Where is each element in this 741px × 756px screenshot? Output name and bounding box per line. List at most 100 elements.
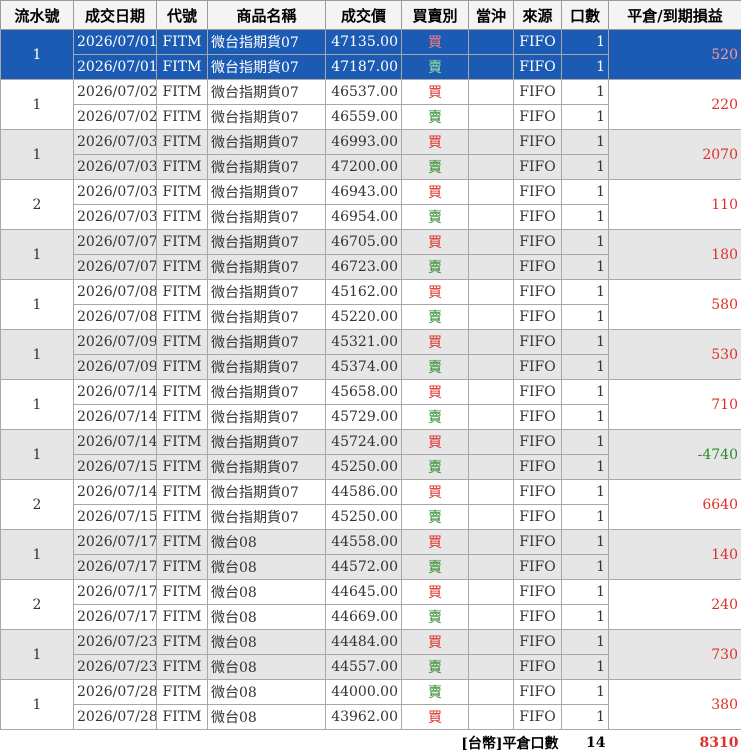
price-cell: 47135.00 [326,30,402,55]
col-header-pl[interactable]: 平倉/到期損益 [609,1,741,30]
side-cell: 賣 [402,155,469,180]
table-row[interactable]: 22026/07/03FITM微台指期貨0746943.00買FIFO1110 [1,180,741,205]
seq-cell: 1 [1,230,74,280]
side-cell: 賣 [402,305,469,330]
daytrade-cell [469,305,514,330]
source-cell: FIFO [514,280,562,305]
side-cell: 買 [402,330,469,355]
side-cell: 買 [402,630,469,655]
col-header-side[interactable]: 買賣別 [402,1,469,30]
daytrade-cell [469,330,514,355]
product-name-cell: 微台指期貨07 [208,130,326,155]
col-header-source[interactable]: 來源 [514,1,562,30]
seq-cell: 1 [1,280,74,330]
qty-cell: 1 [562,230,609,255]
table-row[interactable]: 12026/07/08FITM微台指期貨0745162.00買FIFO1580 [1,280,741,305]
date-cell: 2026/07/17 [74,530,157,555]
daytrade-cell [469,130,514,155]
side-cell: 買 [402,705,469,730]
product-name-cell: 微台08 [208,605,326,630]
total-row: [台幣]平倉口數 14 8310 [1,730,741,756]
price-cell: 46993.00 [326,130,402,155]
product-name-cell: 微台指期貨07 [208,80,326,105]
source-cell: FIFO [514,205,562,230]
col-header-date[interactable]: 成交日期 [74,1,157,30]
source-cell: FIFO [514,80,562,105]
daytrade-cell [469,30,514,55]
source-cell: FIFO [514,355,562,380]
col-header-daytrade[interactable]: 當沖 [469,1,514,30]
profit-loss-cell: 530 [609,330,741,380]
daytrade-cell [469,680,514,705]
code-cell: FITM [157,305,208,330]
table-row[interactable]: 22026/07/14FITM微台指期貨0744586.00買FIFO16640 [1,480,741,505]
code-cell: FITM [157,705,208,730]
price-cell: 45250.00 [326,505,402,530]
date-cell: 2026/07/08 [74,280,157,305]
date-cell: 2026/07/23 [74,655,157,680]
price-cell: 45724.00 [326,430,402,455]
table-row[interactable]: 12026/07/14FITM微台指期貨0745724.00買FIFO1-474… [1,430,741,455]
product-name-cell: 微台08 [208,655,326,680]
side-cell: 買 [402,30,469,55]
code-cell: FITM [157,255,208,280]
qty-cell: 1 [562,380,609,405]
product-name-cell: 微台指期貨07 [208,180,326,205]
date-cell: 2026/07/09 [74,330,157,355]
daytrade-cell [469,255,514,280]
table-row[interactable]: 12026/07/07FITM微台指期貨0746705.00買FIFO1180 [1,230,741,255]
product-name-cell: 微台指期貨07 [208,105,326,130]
profit-loss-cell: 220 [609,80,741,130]
col-header-seq[interactable]: 流水號 [1,1,74,30]
date-cell: 2026/07/17 [74,580,157,605]
code-cell: FITM [157,605,208,630]
table-row[interactable]: 12026/07/01FITM微台指期貨0747135.00買FIFO1520 [1,30,741,55]
qty-cell: 1 [562,80,609,105]
seq-cell: 2 [1,580,74,630]
daytrade-cell [469,530,514,555]
code-cell: FITM [157,355,208,380]
profit-loss-cell: 240 [609,580,741,630]
code-cell: FITM [157,655,208,680]
source-cell: FIFO [514,555,562,580]
date-cell: 2026/07/15 [74,455,157,480]
code-cell: FITM [157,330,208,355]
col-header-price[interactable]: 成交價 [326,1,402,30]
col-header-qty[interactable]: 口數 [562,1,609,30]
date-cell: 2026/07/01 [74,55,157,80]
table-row[interactable]: 12026/07/14FITM微台指期貨0745658.00買FIFO1710 [1,380,741,405]
table-row[interactable]: 12026/07/28FITM微台0844000.00賣FIFO1380 [1,680,741,705]
table-row[interactable]: 12026/07/02FITM微台指期貨0746537.00買FIFO1220 [1,80,741,105]
source-cell: FIFO [514,655,562,680]
table-row[interactable]: 12026/07/17FITM微台0844558.00買FIFO1140 [1,530,741,555]
table-row[interactable]: 12026/07/03FITM微台指期貨0746993.00買FIFO12070 [1,130,741,155]
qty-cell: 1 [562,280,609,305]
seq-cell: 2 [1,180,74,230]
seq-cell: 1 [1,30,74,80]
code-cell: FITM [157,530,208,555]
source-cell: FIFO [514,155,562,180]
date-cell: 2026/07/07 [74,255,157,280]
source-cell: FIFO [514,605,562,630]
product-name-cell: 微台指期貨07 [208,305,326,330]
trade-settlement-table: 流水號 成交日期 代號 商品名稱 成交價 買賣別 當沖 來源 口數 平倉/到期損… [0,0,741,756]
table-row[interactable]: 12026/07/23FITM微台0844484.00買FIFO1730 [1,630,741,655]
side-cell: 買 [402,80,469,105]
col-header-code[interactable]: 代號 [157,1,208,30]
code-cell: FITM [157,630,208,655]
price-cell: 44000.00 [326,680,402,705]
daytrade-cell [469,655,514,680]
col-header-product[interactable]: 商品名稱 [208,1,326,30]
date-cell: 2026/07/17 [74,605,157,630]
side-cell: 賣 [402,355,469,380]
product-name-cell: 微台指期貨07 [208,155,326,180]
code-cell: FITM [157,430,208,455]
product-name-cell: 微台指期貨07 [208,455,326,480]
side-cell: 買 [402,130,469,155]
product-name-cell: 微台指期貨07 [208,205,326,230]
table-row[interactable]: 22026/07/17FITM微台0844645.00買FIFO1240 [1,580,741,605]
source-cell: FIFO [514,455,562,480]
product-name-cell: 微台指期貨07 [208,430,326,455]
source-cell: FIFO [514,705,562,730]
table-row[interactable]: 12026/07/09FITM微台指期貨0745321.00買FIFO1530 [1,330,741,355]
